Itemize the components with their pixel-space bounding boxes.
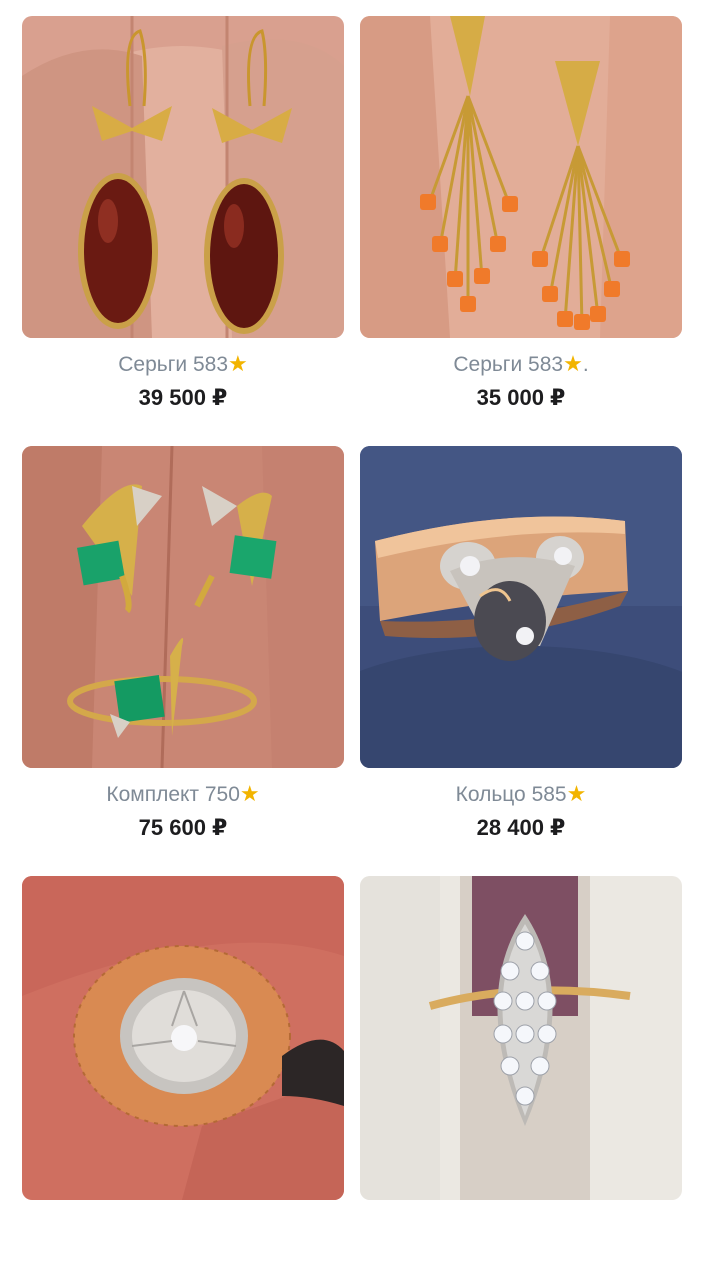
product-card[interactable] (22, 876, 344, 1276)
product-grid: Серьги 583★ 39 500 ₽ Серьги 583★. 35 000… (0, 0, 704, 1200)
star-icon: ★ (566, 781, 587, 806)
product-title: Кольцо 585★ (455, 781, 587, 806)
product-title (22, 1212, 344, 1240)
product-title: Серьги 583★ (118, 351, 248, 376)
product-price (22, 1244, 344, 1276)
product-photo-emerald-set[interactable] (22, 446, 344, 768)
product-title: Серьги 583★. (453, 351, 589, 376)
product-title: Комплект 750★ (106, 781, 260, 806)
product-photo-ring-signet[interactable] (22, 876, 344, 1200)
product-price: 39 500 ₽ (138, 385, 228, 410)
product-photo-ring-diamonds[interactable] (360, 446, 682, 768)
star-icon: ★ (239, 781, 260, 806)
product-title (360, 1212, 682, 1240)
product-card[interactable] (360, 876, 682, 1276)
star-icon: ★ (563, 351, 583, 376)
star-icon: ★ (228, 351, 248, 376)
product-price (360, 1244, 682, 1276)
product-card[interactable]: Серьги 583★. 35 000 ₽ (360, 16, 682, 414)
product-price: 75 600 ₽ (138, 815, 228, 840)
product-card[interactable]: Кольцо 585★ 28 400 ₽ (360, 446, 682, 844)
product-photo-ring-marquise[interactable] (360, 876, 682, 1200)
product-price: 35 000 ₽ (476, 385, 566, 410)
product-photo-earrings-coral[interactable] (360, 16, 682, 338)
product-card[interactable]: Комплект 750★ 75 600 ₽ (22, 446, 344, 844)
product-card[interactable]: Серьги 583★ 39 500 ₽ (22, 16, 344, 414)
product-photo-earrings-amber[interactable] (22, 16, 344, 338)
product-price: 28 400 ₽ (476, 815, 566, 840)
